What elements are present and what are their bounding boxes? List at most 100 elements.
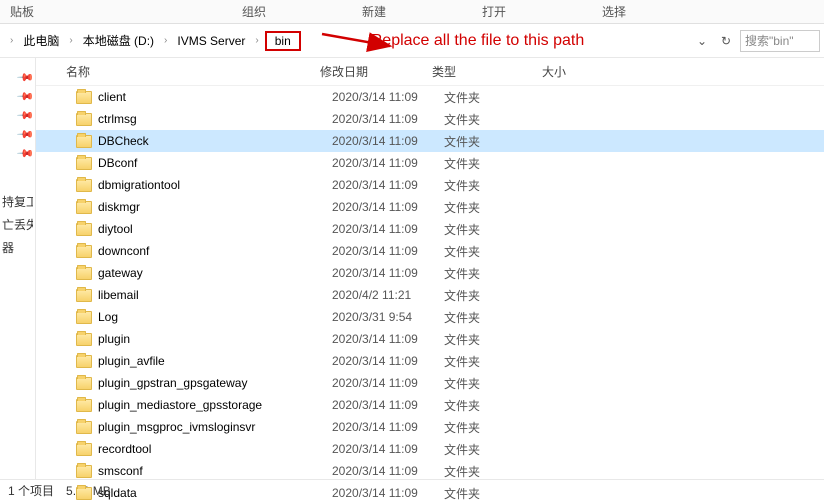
file-date: 2020/3/14 11:09 [332,442,444,456]
folder-icon [76,245,92,258]
file-type: 文件夹 [444,155,554,172]
table-row[interactable]: gateway2020/3/14 11:09文件夹 [36,262,824,284]
file-date: 2020/3/14 11:09 [332,354,444,368]
folder-icon [76,333,92,346]
file-type: 文件夹 [444,485,554,502]
file-date: 2020/3/14 11:09 [332,266,444,280]
file-type: 文件夹 [444,419,554,436]
file-name: plugin_msgproc_ivmsloginsvr [98,420,332,434]
sidebar-label[interactable]: 持复工 [2,193,33,210]
file-type: 文件夹 [444,177,554,194]
pin-icon[interactable]: 📌 [16,144,37,165]
folder-icon [76,377,92,390]
dropdown-icon[interactable]: ⌄ [692,31,712,51]
table-row[interactable]: dbmigrationtool2020/3/14 11:09文件夹 [36,174,824,196]
ribbon-tab-select[interactable]: 选择 [554,3,674,20]
breadcrumb-item[interactable]: 本地磁盘 (D:) [79,30,158,51]
file-date: 2020/3/14 11:09 [332,486,444,500]
file-type: 文件夹 [444,243,554,260]
folder-icon [76,399,92,412]
file-name: dbmigrationtool [98,178,332,192]
folder-icon [76,157,92,170]
column-type[interactable]: 类型 [432,63,542,80]
pin-icon[interactable]: 📌 [16,106,37,127]
ribbon-clipboard-label: 贴板 [10,3,34,20]
table-row[interactable]: ctrlmsg2020/3/14 11:09文件夹 [36,108,824,130]
annotation-text: Replace all the file to this path [371,32,584,50]
file-type: 文件夹 [444,221,554,238]
file-date: 2020/3/14 11:09 [332,420,444,434]
folder-icon [76,289,92,302]
column-name[interactable]: 名称 [66,63,320,80]
table-row[interactable]: smsconf2020/3/14 11:09文件夹 [36,460,824,482]
file-date: 2020/3/14 11:09 [332,112,444,126]
breadcrumb-item[interactable]: 此电脑 [19,30,63,51]
file-date: 2020/3/14 11:09 [332,156,444,170]
address-bar: › 此电脑 › 本地磁盘 (D:) › IVMS Server › bin Re… [0,24,824,58]
column-date[interactable]: 修改日期 [320,63,432,80]
refresh-icon[interactable]: ↻ [716,31,736,51]
table-row[interactable]: DBconf2020/3/14 11:09文件夹 [36,152,824,174]
file-type: 文件夹 [444,89,554,106]
table-row[interactable]: recordtool2020/3/14 11:09文件夹 [36,438,824,460]
file-list: 名称 修改日期 类型 大小 client2020/3/14 11:09文件夹ct… [36,58,824,479]
file-type: 文件夹 [444,199,554,216]
ribbon-tab-open[interactable]: 打开 [434,3,554,20]
pin-icon[interactable]: 📌 [16,68,37,89]
file-date: 2020/3/14 11:09 [332,244,444,258]
file-name: gateway [98,266,332,280]
file-name: ctrlmsg [98,112,332,126]
table-row[interactable]: plugin_mediastore_gpsstorage2020/3/14 11… [36,394,824,416]
sidebar-label[interactable]: 亡丢失2 [2,216,33,233]
file-date: 2020/3/14 11:09 [332,332,444,346]
file-date: 2020/3/14 11:09 [332,200,444,214]
breadcrumb-item-current[interactable]: bin [265,31,301,51]
ribbon-bar: 贴板 组织 新建 打开 选择 [0,0,824,24]
ribbon-tab-organize[interactable]: 组织 [194,3,314,20]
chevron-right-icon[interactable]: › [69,35,72,46]
file-name: downconf [98,244,332,258]
table-row[interactable]: Log2020/3/31 9:54文件夹 [36,306,824,328]
breadcrumb[interactable]: › 此电脑 › 本地磁盘 (D:) › IVMS Server › bin Re… [0,24,692,57]
pin-icon[interactable]: 📌 [16,87,37,108]
table-row[interactable]: libemail2020/4/2 11:21文件夹 [36,284,824,306]
file-type: 文件夹 [444,331,554,348]
file-date: 2020/4/2 11:21 [332,288,444,302]
file-date: 2020/3/14 11:09 [332,178,444,192]
table-row[interactable]: diskmgr2020/3/14 11:09文件夹 [36,196,824,218]
table-row[interactable]: DBCheck2020/3/14 11:09文件夹 [36,130,824,152]
folder-icon [76,113,92,126]
file-type: 文件夹 [444,309,554,326]
column-size[interactable]: 大小 [542,63,622,80]
file-name: plugin_avfile [98,354,332,368]
folder-icon [76,135,92,148]
file-name: plugin_mediastore_gpsstorage [98,398,332,412]
chevron-right-icon[interactable]: › [255,35,258,46]
table-row[interactable]: plugin_avfile2020/3/14 11:09文件夹 [36,350,824,372]
table-row[interactable]: client2020/3/14 11:09文件夹 [36,86,824,108]
table-row[interactable]: diytool2020/3/14 11:09文件夹 [36,218,824,240]
table-row[interactable]: downconf2020/3/14 11:09文件夹 [36,240,824,262]
chevron-right-icon[interactable]: › [164,35,167,46]
pin-icon[interactable]: 📌 [16,125,37,146]
column-headers: 名称 修改日期 类型 大小 [36,58,824,86]
file-type: 文件夹 [444,353,554,370]
sidebar: 📌 📌 📌 📌 📌 持复工 亡丢失2 器 [0,58,36,479]
file-name: client [98,90,332,104]
file-type: 文件夹 [444,265,554,282]
breadcrumb-item[interactable]: IVMS Server [173,32,249,50]
search-input[interactable]: 搜索"bin" [740,30,820,52]
table-row[interactable]: plugin2020/3/14 11:09文件夹 [36,328,824,350]
file-date: 2020/3/14 11:09 [332,134,444,148]
file-name: DBCheck [98,134,332,148]
file-type: 文件夹 [444,375,554,392]
file-name: smsconf [98,464,332,478]
file-name: diskmgr [98,200,332,214]
table-row[interactable]: plugin_msgproc_ivmsloginsvr2020/3/14 11:… [36,416,824,438]
sidebar-label[interactable]: 器 [2,239,33,256]
chevron-right-icon[interactable]: › [10,35,13,46]
file-date: 2020/3/14 11:09 [332,376,444,390]
table-row[interactable]: plugin_gpstran_gpsgateway2020/3/14 11:09… [36,372,824,394]
file-name: Log [98,310,332,324]
ribbon-tab-new[interactable]: 新建 [314,3,434,20]
